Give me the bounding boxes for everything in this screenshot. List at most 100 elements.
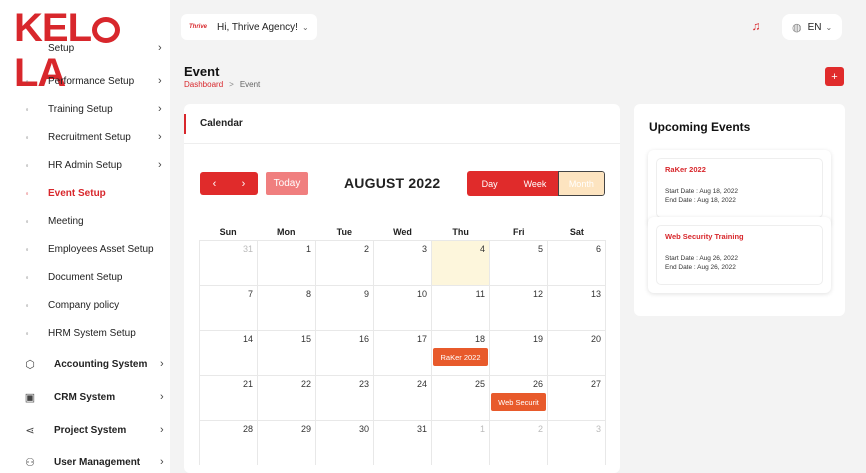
day-number: 21 [242, 379, 253, 389]
sidebar-item-setup[interactable]: Setup › [20, 40, 170, 56]
calendar-day-cell[interactable]: 31 [373, 421, 431, 465]
calendar-day-cell[interactable]: 16 [315, 331, 373, 375]
sidebar-item-accounting-system[interactable]: ⬡ Accounting System › [22, 353, 172, 375]
language-selector[interactable]: ◍ EN ⌄ [782, 14, 843, 40]
weekday-label: Fri [513, 227, 525, 237]
calendar-day-cell[interactable]: 22 [257, 376, 315, 420]
calendar-day-cell[interactable]: 10 [373, 286, 431, 330]
event-name[interactable]: RaKer 2022 [665, 165, 814, 174]
prev-month-button[interactable]: ‹ [200, 172, 229, 195]
sidebar-item-company-policy[interactable]: ◦ Company policy [20, 294, 170, 316]
sidebar-item-hrm-system-setup[interactable]: ◦ HRM System Setup [20, 322, 170, 344]
weekday-label: Sat [569, 227, 584, 237]
calendar-day-cell[interactable]: 1 [431, 421, 489, 465]
calendar-day-cell[interactable]: 27 [547, 376, 606, 420]
day-number: 7 [247, 289, 253, 299]
calendar-day-cell[interactable]: 3 [547, 421, 606, 465]
calendar-day-cell[interactable]: 26 Web Securit [489, 376, 547, 420]
calendar-day-cell[interactable]: 17 [373, 331, 431, 375]
sidebar-item-meeting[interactable]: ◦ Meeting [20, 210, 170, 232]
chevron-down-icon: ⌄ [301, 22, 309, 32]
sidebar-item-label: Meeting [48, 215, 84, 227]
weekday-label: Tue [336, 227, 353, 237]
event-name[interactable]: Web Security Training [665, 232, 814, 241]
calendar-day-cell[interactable]: 3 [373, 241, 431, 285]
sidebar-item-label: User Management [54, 456, 141, 468]
sidebar-item-event-setup[interactable]: ◦ Event Setup [20, 182, 170, 204]
view-switcher: Day Week Month [467, 171, 605, 196]
notification-icon[interactable]: ♫ [748, 19, 764, 35]
sidebar-item-performance-setup[interactable]: ◦ Performance Setup › [20, 70, 170, 92]
globe-icon: ◍ [792, 21, 802, 34]
calendar-day-cell[interactable]: 2 [489, 421, 547, 465]
sidebar-item-project-system[interactable]: ⋖ Project System › [22, 419, 172, 441]
today-button[interactable]: Today [266, 172, 308, 195]
sidebar-item-hr-admin-setup[interactable]: ◦ HR Admin Setup › [20, 154, 170, 176]
calendar-day-cell[interactable]: 7 [199, 286, 257, 330]
bullet-icon: ◦ [25, 76, 29, 86]
calendar-day-cell[interactable]: 11 [431, 286, 489, 330]
calendar-day-cell[interactable]: 21 [199, 376, 257, 420]
day-number: 28 [242, 424, 253, 434]
upcoming-event-body: RaKer 2022 Start Date : Aug 18, 2022 End D… [656, 158, 823, 218]
bullet-icon: ◦ [25, 160, 29, 170]
calendar-week-row: 28 29 30 31 1 2 3 [199, 420, 606, 465]
sidebar-item-label: HR Admin Setup [48, 159, 122, 171]
view-month-button[interactable]: Month [557, 171, 605, 196]
calendar-day-cell[interactable]: 19 [489, 331, 547, 375]
day-number: 24 [416, 379, 427, 389]
calendar-week-row: 7 8 9 10 11 12 13 [199, 285, 606, 330]
sidebar-item-user-management[interactable]: ⚇ User Management › [22, 451, 172, 473]
breadcrumb-dashboard[interactable]: Dashboard [184, 80, 223, 89]
day-number: 29 [300, 424, 311, 434]
calendar-day-cell[interactable]: 6 [547, 241, 606, 285]
calendar-day-cell[interactable]: 29 [257, 421, 315, 465]
sidebar-item-crm-system[interactable]: ▣ CRM System › [22, 386, 172, 408]
day-number: 17 [416, 334, 427, 344]
day-number: 23 [358, 379, 369, 389]
calendar-day-cell[interactable]: 28 [199, 421, 257, 465]
bullet-icon: ◦ [25, 188, 29, 198]
calendar-day-cell[interactable]: 14 [199, 331, 257, 375]
calendar-day-cell[interactable]: 9 [315, 286, 373, 330]
calendar-day-cell[interactable]: 30 [315, 421, 373, 465]
calendar-day-cell[interactable]: 5 [489, 241, 547, 285]
sidebar-item-training-setup[interactable]: ◦ Training Setup › [20, 98, 170, 120]
sidebar-item-label: Company policy [48, 299, 120, 311]
sidebar-item-document-setup[interactable]: ◦ Document Setup [20, 266, 170, 288]
user-menu[interactable]: Thrive Hi, Thrive Agency! ⌄ [181, 14, 317, 40]
calendar-day-cell[interactable]: 13 [547, 286, 606, 330]
top-bar: Thrive Hi, Thrive Agency! ⌄ ♫ ◍ EN ⌄ [176, 8, 856, 44]
calendar-day-cell[interactable]: 8 [257, 286, 315, 330]
calendar-day-cell[interactable]: 25 [431, 376, 489, 420]
sidebar-item-label: Accounting System [54, 358, 148, 370]
calendar-day-cell[interactable]: 31 [199, 241, 257, 285]
calendar-day-cell[interactable]: 18 RaKer 2022 [431, 331, 489, 375]
sidebar-item-employees-asset-setup[interactable]: ◦ Employees Asset Setup [20, 238, 170, 260]
calendar-day-cell[interactable]: 1 [257, 241, 315, 285]
calendar-event[interactable]: RaKer 2022 [433, 348, 488, 366]
chevron-right-icon: › [158, 75, 162, 87]
sidebar-item-label: Setup [48, 42, 75, 54]
next-month-button[interactable]: › [229, 172, 258, 195]
calendar-day-cell[interactable]: 24 [373, 376, 431, 420]
calendar-day-cell[interactable]: 15 [257, 331, 315, 375]
upcoming-event-item[interactable]: RaKer 2022 Start Date : Aug 18, 2022 End D… [648, 150, 831, 226]
calendar-day-cell[interactable]: 23 [315, 376, 373, 420]
calendar-day-cell[interactable]: 2 [315, 241, 373, 285]
calendar-day-cell[interactable]: 20 [547, 331, 606, 375]
bullet-icon: ◦ [25, 132, 29, 142]
event-start-date: Start Date : Aug 26, 2022 [665, 255, 738, 262]
day-number: 3 [421, 244, 427, 254]
upcoming-event-item[interactable]: Web Security Training Start Date : Aug 26… [648, 217, 831, 293]
chevron-right-icon: › [158, 42, 162, 54]
add-event-button[interactable]: + [825, 67, 844, 86]
view-week-button[interactable]: Week [512, 171, 558, 196]
view-day-button[interactable]: Day [467, 171, 513, 196]
day-number: 3 [595, 424, 601, 434]
day-number: 15 [300, 334, 311, 344]
calendar-day-cell[interactable]: 4 [431, 241, 489, 285]
calendar-event[interactable]: Web Securit [491, 393, 546, 411]
calendar-day-cell[interactable]: 12 [489, 286, 547, 330]
sidebar-item-recruitment-setup[interactable]: ◦ Recruitment Setup › [20, 126, 170, 148]
